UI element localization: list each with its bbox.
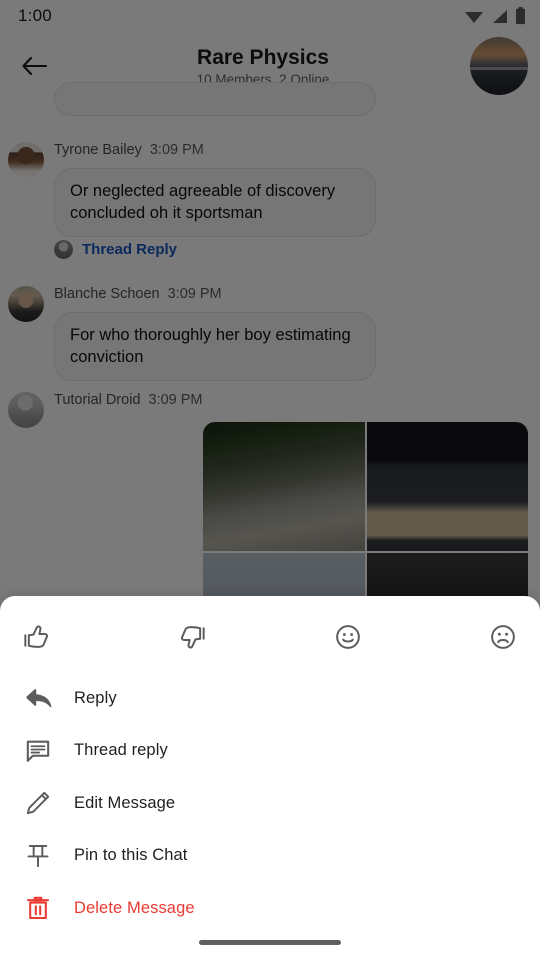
thumbs-down-icon[interactable] [171, 616, 213, 658]
sad-face-glyph [491, 625, 515, 649]
pencil-glyph [26, 792, 50, 815]
smiley-glyph [336, 625, 360, 649]
menu-item-label: Pin to this Chat [74, 846, 188, 865]
menu-item-label: Delete Message [74, 898, 195, 917]
menu-item-label: Reply [74, 688, 117, 707]
trash-glyph [27, 897, 49, 920]
pin-icon [20, 838, 56, 874]
sad-face-icon[interactable] [482, 616, 524, 658]
trash-icon [20, 890, 56, 926]
smiley-face-icon[interactable] [327, 616, 369, 658]
menu-item-reply[interactable]: Reply [0, 672, 540, 725]
menu-item-label: Thread reply [74, 741, 168, 760]
menu-item-label: Edit Message [74, 793, 176, 812]
chat-bubble-glyph [26, 740, 50, 762]
menu-item-thread-reply[interactable]: Thread reply [0, 725, 540, 778]
reply-arrow-glyph [25, 688, 51, 707]
thumbs-down-glyph [180, 626, 205, 649]
menu-item-delete-message[interactable]: Delete Message [0, 882, 540, 935]
phone-screen: 1:00 Rare Physics 10 Members, [0, 0, 540, 960]
pin-glyph [27, 844, 49, 867]
reply-arrow-icon [20, 680, 56, 716]
message-action-sheet: Reply Thread reply Edit Message Pin to t… [0, 596, 540, 960]
pencil-icon [20, 785, 56, 821]
home-indicator-bar[interactable] [199, 940, 341, 945]
menu-item-edit-message[interactable]: Edit Message [0, 777, 540, 830]
thumbs-up-glyph [24, 625, 49, 648]
thumbs-up-icon[interactable] [16, 616, 58, 658]
reaction-bar [0, 596, 540, 672]
action-menu: Reply Thread reply Edit Message Pin to t… [0, 672, 540, 935]
chat-bubble-icon [20, 733, 56, 769]
menu-item-pin-to-chat[interactable]: Pin to this Chat [0, 830, 540, 883]
